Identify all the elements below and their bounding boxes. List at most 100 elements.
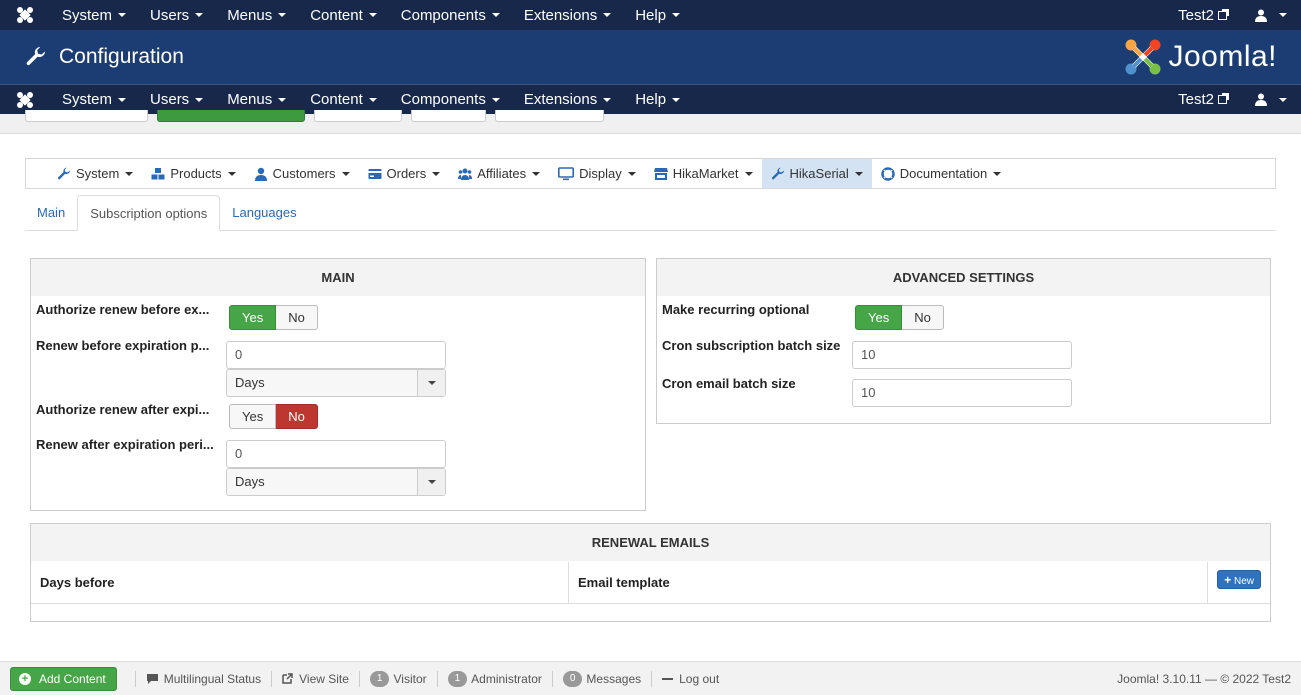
user-icon [1255, 93, 1267, 106]
yes-option[interactable]: Yes [855, 305, 903, 330]
hika-menu-orders[interactable]: Orders [359, 159, 450, 188]
nav-help[interactable]: Help [623, 85, 692, 115]
authorize-renew-after-toggle: Yes No [229, 404, 318, 429]
caret-down-icon [368, 13, 377, 17]
nav-help[interactable]: Help [623, 0, 692, 30]
toolbar-save-button[interactable] [157, 110, 305, 122]
logout-link[interactable]: Log out [651, 670, 729, 687]
caret-down-icon [1279, 97, 1287, 102]
tab-main[interactable]: Main [25, 195, 77, 231]
monitor-icon [558, 166, 575, 180]
caret-down-icon [854, 171, 863, 176]
hika-menu-customers[interactable]: Customers [245, 159, 359, 188]
messages-status[interactable]: 0 Messages [551, 670, 651, 687]
nav-system-label: System [62, 6, 113, 24]
nav-extensions[interactable]: Extensions [512, 0, 623, 30]
nav-components[interactable]: Components [389, 0, 512, 30]
caret-down-icon [491, 97, 500, 102]
nav-system-label: System [62, 91, 113, 108]
administrators-status[interactable]: 1 Administrator [436, 670, 552, 687]
nav-users-label: Users [150, 91, 190, 108]
renew-before-period-unit-select[interactable]: Days [226, 369, 446, 397]
no-option[interactable]: No [276, 404, 318, 429]
key-icon [771, 167, 784, 179]
dropdown-arrow-icon [417, 370, 445, 396]
view-site-link[interactable]: View Site [271, 670, 359, 687]
brand-name: Joomla! [1168, 40, 1277, 73]
cron-subscription-batch-size-input[interactable]: 10 [852, 341, 1072, 369]
users-icon [458, 168, 473, 180]
multilingual-status-link[interactable]: Multilingual Status [134, 670, 271, 687]
hika-menu-hikamarket[interactable]: HikaMarket [645, 159, 762, 188]
dropdown-arrow-icon [417, 469, 445, 495]
yes-option[interactable]: Yes [229, 305, 277, 330]
renew-before-period-input[interactable]: 0 [226, 341, 446, 369]
nav-menus-label: Menus [227, 91, 273, 108]
site-link[interactable]: Test2 [1164, 85, 1241, 115]
hika-menu-display[interactable]: Display [549, 159, 645, 188]
nav-menus[interactable]: Menus [215, 0, 298, 30]
hika-menu-hikamarket-label: HikaMarket [672, 166, 739, 181]
nav-content[interactable]: Content [298, 0, 389, 30]
caret-down-icon [603, 13, 612, 17]
yes-option[interactable]: Yes [229, 404, 277, 429]
new-renewal-email-button[interactable]: + New [1217, 570, 1261, 589]
nav-system[interactable]: System [50, 0, 138, 30]
toolbar-button[interactable] [495, 110, 604, 122]
caret-down-icon [432, 171, 441, 176]
caret-down-icon [227, 171, 236, 176]
toolbar-button[interactable] [25, 110, 148, 122]
column-header-email-template: Email template [569, 562, 1208, 604]
no-option[interactable]: No [276, 305, 318, 330]
hika-menu-documentation[interactable]: Documentation [872, 159, 1010, 188]
hika-menu-display-label: Display [579, 166, 622, 181]
authorize-renew-before-toggle: Yes No [229, 305, 318, 330]
hika-menu-documentation-label: Documentation [899, 166, 988, 181]
hika-menu-hikaserial[interactable]: HikaSerial [761, 159, 872, 188]
hika-menu-hikaserial-label: HikaSerial [789, 166, 849, 181]
status-bar: + Add Content Multilingual Status View S… [0, 661, 1301, 695]
caret-down-icon [672, 13, 681, 17]
column-header-days-before: Days before [31, 562, 569, 604]
hika-menu-products-label: Products [170, 166, 222, 181]
renew-after-period-input[interactable]: 0 [226, 440, 446, 468]
external-link-icon [1218, 93, 1229, 104]
visitor-count-badge: 1 [369, 670, 390, 687]
visitors-status[interactable]: 1 Visitor [358, 670, 437, 687]
tab-languages[interactable]: Languages [220, 195, 308, 231]
wrench-icon [26, 47, 46, 66]
caret-down-icon [744, 171, 753, 176]
cron-email-batch-size-label: Cron email batch size [662, 376, 796, 391]
select-value: Days [235, 375, 265, 390]
caret-down-icon [118, 13, 127, 17]
no-option[interactable]: No [902, 305, 944, 330]
site-link[interactable]: Test2 [1164, 0, 1241, 30]
store-icon [653, 167, 668, 180]
hika-menu-system[interactable]: System [48, 159, 142, 188]
multilingual-status-label: Multilingual Status [163, 671, 262, 686]
user-menu[interactable] [1241, 85, 1301, 115]
add-content-button[interactable]: + Add Content [10, 666, 117, 691]
visitor-label: Visitor [393, 671, 427, 686]
site-link-label: Test2 [1178, 6, 1214, 24]
joomla-logo-icon[interactable] [0, 0, 50, 30]
nav-content-label: Content [310, 6, 363, 24]
hika-menu-affiliates[interactable]: Affiliates [449, 159, 549, 188]
tab-subscription-options[interactable]: Subscription options [77, 195, 221, 231]
nav-users[interactable]: Users [138, 0, 215, 30]
toolbar-button[interactable] [314, 110, 402, 122]
config-tabs: Main Subscription options Languages [25, 195, 1276, 231]
caret-down-icon [603, 97, 612, 102]
hikashop-menu: System Products Customers Orders Affilia… [25, 158, 1276, 189]
messages-count-badge: 0 [562, 670, 583, 687]
renew-after-period-unit-select[interactable]: Days [226, 468, 446, 496]
hika-menu-affiliates-label: Affiliates [477, 166, 527, 181]
user-menu[interactable] [1241, 0, 1301, 30]
nav-extensions-label: Extensions [523, 6, 598, 24]
toolbar-button[interactable] [411, 110, 486, 122]
cron-email-batch-size-input[interactable]: 10 [852, 379, 1072, 407]
hika-menu-products[interactable]: Products [142, 159, 244, 188]
nav-menus-label: Menus [227, 6, 273, 24]
caret-down-icon [125, 171, 134, 176]
page-title: Configuration [59, 45, 184, 68]
